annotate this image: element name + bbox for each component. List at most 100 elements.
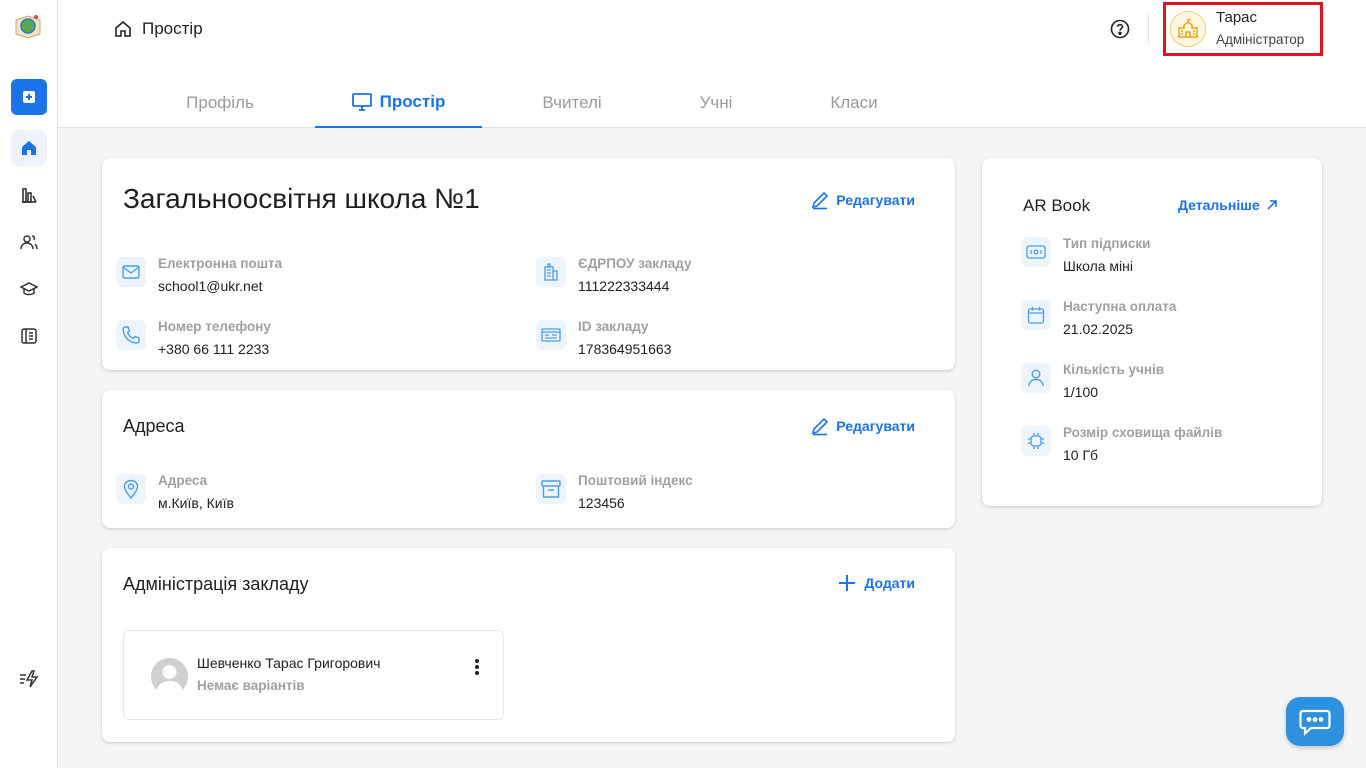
school-title: Загальноосвітня школа №1 [123,183,480,214]
tab-teachers[interactable]: Вчителі [526,78,618,128]
member-subtitle: Немає варіантів [197,678,305,693]
edit-label: Редагувати [836,192,915,208]
edit-address-button[interactable]: Редагувати [810,416,915,436]
sidebar-item-library[interactable] [11,318,47,354]
subscription-type-field: Тип підписки Школа міні [1021,235,1150,276]
archive-box-icon [536,474,566,504]
email-label: Електронна пошта [158,256,283,271]
top-header: Простір Тарас Адміністратор Профіль Прос… [58,0,1366,128]
user-menu[interactable]: Тарас Адміністратор [1163,2,1323,56]
details-label: Детальніше [1178,197,1260,213]
ar-book-title: AR Book [1023,196,1091,215]
sidebar-item-quick-actions[interactable] [11,661,47,697]
sidebar [0,0,58,768]
phone-icon [116,320,146,350]
add-admin-button[interactable]: Додати [838,574,915,592]
calendar-icon [1021,300,1051,330]
tab-profile[interactable]: Профіль [168,78,272,128]
building-icon [536,257,566,287]
address-value: м.Київ, Київ [158,495,234,511]
sidebar-item-statistics[interactable] [11,177,47,213]
school-info-card: Загальноосвітня школа №1 Редагувати Елек… [102,158,955,370]
more-options-icon[interactable] [472,657,482,677]
next-payment-value: 21.02.2025 [1063,321,1134,337]
edit-label: Редагувати [836,418,915,434]
school-id-value: 178364951663 [578,341,672,357]
user-icon [1021,363,1051,393]
tab-students[interactable]: Учні [678,78,754,128]
home-outline-icon [115,20,131,37]
email-field: Електронна пошта school1@ukr.net [116,255,282,296]
graduation-cap-icon [20,282,38,296]
book-icon [21,328,37,344]
sidebar-item-home[interactable] [11,130,47,166]
tab-bar: Профіль Простір Вчителі Учні Класи [58,78,1366,128]
subscription-icon [1021,237,1051,267]
edrpou-value: 111222333444 [578,278,670,294]
administration-title: Адміністрація закладу [123,574,309,594]
phone-value: +380 66 111 2233 [158,341,270,357]
help-icon[interactable] [1110,19,1130,39]
subscription-value: Школа міні [1063,258,1134,274]
postal-code-field: Поштовий індекс 123456 [536,472,693,513]
edit-school-button[interactable]: Редагувати [810,190,915,210]
edrpou-label: ЄДРПОУ закладу [578,256,692,271]
address-label: Адреса [158,473,208,488]
school-id-label: ID закладу [578,319,649,334]
address-card: Адреса Редагувати Адреса м.Київ, Київ По… [102,390,955,528]
next-payment-field: Наступна оплата 21.02.2025 [1021,298,1176,339]
students-count-label: Кількість учнів [1063,362,1165,377]
pencil-icon [812,191,829,210]
subscription-label: Тип підписки [1063,236,1151,251]
home-icon [22,141,36,155]
school-id-field: ID закладу 178364951663 [536,318,671,359]
next-payment-label: Наступна оплата [1063,299,1177,314]
administration-card: Адміністрація закладу Додати Шевченко Та… [102,548,955,742]
tab-space-label: Простір [379,92,446,111]
user-role: Адміністратор [1216,32,1305,47]
monitor-icon [351,93,372,111]
breadcrumb-label: Простір [142,19,203,38]
pencil-icon [812,417,829,436]
admin-member-card[interactable]: Шевченко Тарас Григорович Немає варіанті… [123,630,504,720]
students-count-field: Кількість учнів 1/100 [1021,361,1164,402]
external-arrow-icon [1267,200,1277,210]
postal-code-label: Поштовий індекс [578,473,693,488]
address-title: Адреса [123,416,185,436]
id-card-icon [536,320,566,350]
user-name: Тарас [1216,9,1258,26]
storage-size-field: Розмір сховища файлів 10 Гб [1021,424,1222,465]
bar-chart-icon [22,188,37,203]
sidebar-item-users[interactable] [11,224,47,260]
ar-book-details-link[interactable]: Детальніше [1178,197,1278,213]
students-count-value: 1/100 [1063,384,1099,400]
plus-icon [839,575,856,591]
phone-label: Номер телефону [158,319,271,334]
avatar [151,658,188,695]
header-divider [1148,14,1149,44]
support-chat-button[interactable] [1286,697,1344,746]
map-pin-icon [116,474,146,504]
postal-code-value: 123456 [578,495,625,511]
email-value: school1@ukr.net [158,278,263,294]
tab-classes[interactable]: Класи [814,78,894,128]
address-field: Адреса м.Київ, Київ [116,472,234,513]
edrpou-field: ЄДРПОУ закладу 111222333444 [536,255,692,296]
create-button[interactable] [11,79,47,115]
chip-icon [1021,426,1051,456]
phone-field: Номер телефону +380 66 111 2233 [116,318,271,359]
tab-space[interactable]: Простір [315,78,482,128]
school-avatar-icon [1170,11,1206,47]
add-label: Додати [864,575,915,591]
storage-size-value: 10 Гб [1063,447,1099,463]
sidebar-item-education[interactable] [11,271,47,307]
member-name: Шевченко Тарас Григорович [197,655,381,671]
ar-book-card: AR Book Детальніше Тип підписки Школа мі… [982,158,1322,506]
chat-bubble-icon [1299,709,1331,736]
users-icon [20,235,38,250]
breadcrumb[interactable]: Простір [114,18,203,40]
school-logo[interactable] [14,12,42,40]
mail-icon [116,257,146,287]
lightning-icon [20,670,39,688]
storage-size-label: Розмір сховища файлів [1063,425,1223,440]
